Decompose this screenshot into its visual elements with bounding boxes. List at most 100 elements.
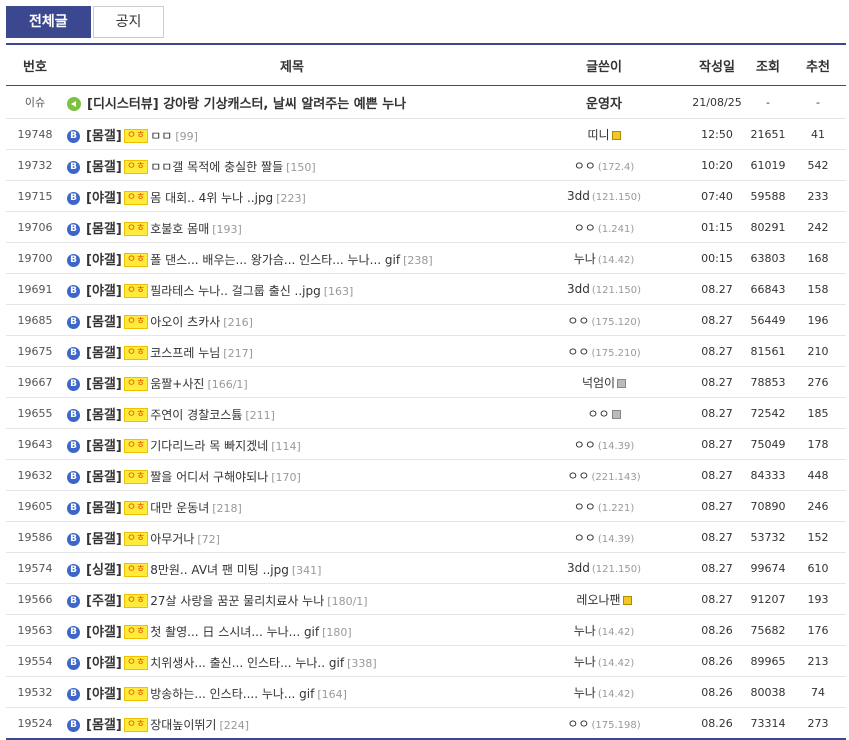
post-title[interactable]: 첫 촬영... 日 스시녀... 누나... gif xyxy=(150,625,319,639)
comment-count[interactable]: [166/1] xyxy=(207,378,247,391)
notice-title[interactable]: [디시스터뷰] 강아랑 기상캐스터, 날씨 알려주는 예쁜 누나 xyxy=(87,97,406,112)
comment-count[interactable]: [218] xyxy=(212,502,242,515)
post-title[interactable]: 필라테스 누나.. 걸그룹 출신 ..jpg xyxy=(150,284,321,298)
table-row[interactable]: 19685 B [몸갤] ㅇㅎ 아오이 츠카사 [216] ㅇㅇ (175.120) 08.27… xyxy=(6,304,846,336)
post-tag: ㅇㅎ xyxy=(123,284,149,298)
post-title[interactable]: 주연이 경찰코스튬 xyxy=(150,408,242,422)
comment-count[interactable]: [217] xyxy=(223,347,253,360)
header-writer: 글쓴이 xyxy=(520,45,688,86)
comment-count[interactable]: [180/1] xyxy=(327,595,367,608)
post-title[interactable]: 짤을 어디서 구해야되나 xyxy=(150,470,268,484)
writer-name[interactable]: 누나 xyxy=(574,252,596,266)
comment-count[interactable]: [238] xyxy=(403,254,433,267)
comment-count[interactable]: [99] xyxy=(175,130,198,143)
post-title[interactable]: 장대높이뛰기 xyxy=(150,718,216,732)
tab-all-posts[interactable]: 전체글 xyxy=(6,6,91,38)
comment-count[interactable]: [114] xyxy=(271,440,301,453)
table-row[interactable]: 19643 B [몸갤] ㅇㅎ 기다리느라 목 빠지겠네 [114] ㅇㅇ (14.39) 08… xyxy=(6,428,846,460)
post-title[interactable]: 아무거나 xyxy=(150,532,194,546)
table-row[interactable]: 19605 B [몸갤] ㅇㅎ 대만 운동녀 [218] ㅇㅇ (1.221) 08.27 708… xyxy=(6,490,846,522)
comment-count[interactable]: [341] xyxy=(292,564,322,577)
comment-count[interactable]: [72] xyxy=(197,533,220,546)
table-header: 번호 제목 글쓴이 작성일 조회 추천 xyxy=(6,45,846,86)
writer-name[interactable]: 누나 xyxy=(574,655,596,669)
writer-name[interactable]: ㅇㅇ xyxy=(567,469,589,483)
writer-name[interactable]: 3dd xyxy=(567,561,590,575)
post-title[interactable]: 대만 운동녀 xyxy=(150,501,209,515)
post-category: [야갤] xyxy=(86,190,122,206)
post-date: 08.27 xyxy=(688,583,746,615)
post-views: 99674 xyxy=(746,552,790,584)
tab-notice[interactable]: 공지 xyxy=(92,6,165,38)
notice-row[interactable]: 이슈 [디시스터뷰] 강아랑 기상캐스터, 날씨 알려주는 예쁜 누나 운영자 … xyxy=(6,85,846,119)
post-title[interactable]: 치위생사... 출신... 인스타... 누나.. gif xyxy=(150,656,344,670)
post-title[interactable]: ㅁㅁ갤 목적에 충실한 짤들 xyxy=(150,160,283,174)
notice-writer[interactable]: 운영자 xyxy=(520,85,688,119)
writer-name[interactable]: ㅇㅇ xyxy=(567,314,589,328)
table-row[interactable]: 19524 B [몸갤] ㅇㅎ 장대높이뛰기 [224] ㅇㅇ (175.198) 08.26 7… xyxy=(6,708,846,739)
table-row[interactable]: 19563 B [야갤] ㅇㅎ 첫 촬영... 日 스시녀... 누나... gif [1… xyxy=(6,614,846,646)
writer-name[interactable]: 넉엄이 xyxy=(582,376,615,390)
writer-name[interactable]: ㅇㅇ xyxy=(567,345,589,359)
table-row[interactable]: 19655 B [몸갤] ㅇㅎ 주연이 경찰코스튬 [211] ㅇㅇ 08.27 72542 18… xyxy=(6,397,846,429)
writer-name[interactable]: 띠니 xyxy=(587,128,609,142)
table-row[interactable]: 19691 B [야갤] ㅇㅎ 필라테스 누나.. 걸그룹 출신 ..jpg [163] 3… xyxy=(6,273,846,305)
header-num: 번호 xyxy=(6,45,64,86)
writer-name[interactable]: ㅇㅇ xyxy=(574,531,596,545)
writer-name[interactable]: ㅇㅇ xyxy=(574,438,596,452)
post-title[interactable]: 몸 대회.. 4위 누나 ..jpg xyxy=(150,191,273,205)
writer-name[interactable]: 3dd xyxy=(567,189,590,203)
table-row[interactable]: 19715 B [야갤] ㅇㅎ 몸 대회.. 4위 누나 ..jpg [223] 3dd (1… xyxy=(6,180,846,212)
post-title[interactable]: 기다리느라 목 빠지겠네 xyxy=(150,439,268,453)
post-category: [몸갤] xyxy=(86,128,122,144)
table-row[interactable]: 19748 B [몸갤] ㅇㅎ ㅁㅁ [99] 띠니 12:50 21651 41 xyxy=(6,118,846,150)
post-title[interactable]: ㅁㅁ xyxy=(150,129,172,143)
table-row[interactable]: 19554 B [야갤] ㅇㅎ 치위생사... 출신... 인스타... 누나.. gi… xyxy=(6,645,846,677)
post-title[interactable]: 아오이 츠카사 xyxy=(150,315,220,329)
post-title[interactable]: 코스프레 누님 xyxy=(150,346,220,360)
writer-name[interactable]: 누나 xyxy=(574,686,596,700)
comment-count[interactable]: [193] xyxy=(212,223,242,236)
comment-count[interactable]: [163] xyxy=(324,285,354,298)
table-row[interactable]: 19732 B [몸갤] ㅇㅎ ㅁㅁ갤 목적에 충실한 짤들 [150] ㅇㅇ (172.4)… xyxy=(6,149,846,181)
post-title[interactable]: 27살 사랑을 꿈꾼 물리치료사 누나 xyxy=(150,594,324,608)
post-recommend: 185 xyxy=(790,397,846,429)
best-badge-icon: B xyxy=(67,532,80,546)
table-row[interactable]: 19632 B [몸갤] ㅇㅎ 짤을 어디서 구해야되나 [170] ㅇㅇ (221.143)… xyxy=(6,459,846,491)
writer-name[interactable]: ㅇㅇ xyxy=(587,407,609,421)
table-row[interactable]: 19532 B [야갤] ㅇㅎ 방송하는... 인스타.... 누나... gif [16… xyxy=(6,676,846,708)
post-title[interactable]: 호불호 몸매 xyxy=(150,222,209,236)
writer-name[interactable]: ㅇㅇ xyxy=(574,500,596,514)
table-row[interactable]: 19667 B [몸갤] ㅇㅎ 움짤+사진 [166/1] 넉엄이 08.27 78853 276 xyxy=(6,366,846,398)
post-title[interactable]: 폴 댄스... 배우는... 왕가슴... 인스타... 누나... gif xyxy=(150,253,400,267)
post-date: 08.27 xyxy=(688,335,746,367)
writer-ip: (14.42) xyxy=(597,626,635,638)
comment-count[interactable]: [216] xyxy=(223,316,253,329)
comment-count[interactable]: [211] xyxy=(245,409,275,422)
comment-count[interactable]: [338] xyxy=(347,657,377,670)
post-category: [야갤] xyxy=(86,283,122,299)
writer-name[interactable]: 레오나팬 xyxy=(576,593,620,607)
post-title[interactable]: 움짤+사진 xyxy=(150,377,204,391)
comment-count[interactable]: [150] xyxy=(286,161,316,174)
comment-count[interactable]: [180] xyxy=(322,626,352,639)
post-title[interactable]: 8만원.. AV녀 팬 미팅 ..jpg xyxy=(150,563,289,577)
comment-count[interactable]: [164] xyxy=(317,688,347,701)
writer-name[interactable]: 누나 xyxy=(574,624,596,638)
writer-name[interactable]: ㅇㅇ xyxy=(567,717,589,731)
table-row[interactable]: 19706 B [몸갤] ㅇㅎ 호불호 몸매 [193] ㅇㅇ (1.241) 01:15 802… xyxy=(6,211,846,243)
writer-name[interactable]: ㅇㅇ xyxy=(574,159,596,173)
writer-name[interactable]: 3dd xyxy=(567,282,590,296)
comment-count[interactable]: [223] xyxy=(276,192,306,205)
comment-count[interactable]: [170] xyxy=(271,471,301,484)
table-row[interactable]: 19675 B [몸갤] ㅇㅎ 코스프레 누님 [217] ㅇㅇ (175.210) 08.27… xyxy=(6,335,846,367)
comment-count[interactable]: [224] xyxy=(219,719,249,732)
table-row[interactable]: 19566 B [주갤] ㅇㅎ 27살 사랑을 꿈꾼 물리치료사 누나 [180/1] 레오… xyxy=(6,583,846,615)
best-badge-icon: B xyxy=(67,625,80,639)
post-title[interactable]: 방송하는... 인스타.... 누나... gif xyxy=(150,687,314,701)
table-row[interactable]: 19700 B [야갤] ㅇㅎ 폴 댄스... 배우는... 왕가슴... 인스타...… xyxy=(6,242,846,274)
table-row[interactable]: 19586 B [몸갤] ㅇㅎ 아무거나 [72] ㅇㅇ (14.39) 08.27 53732 1… xyxy=(6,521,846,553)
writer-name[interactable]: ㅇㅇ xyxy=(574,221,596,235)
writer-ip: (175.120) xyxy=(591,316,641,328)
table-row[interactable]: 19574 B [싱갤] ㅇㅎ 8만원.. AV녀 팬 미팅 ..jpg [341] 3dd… xyxy=(6,552,846,584)
